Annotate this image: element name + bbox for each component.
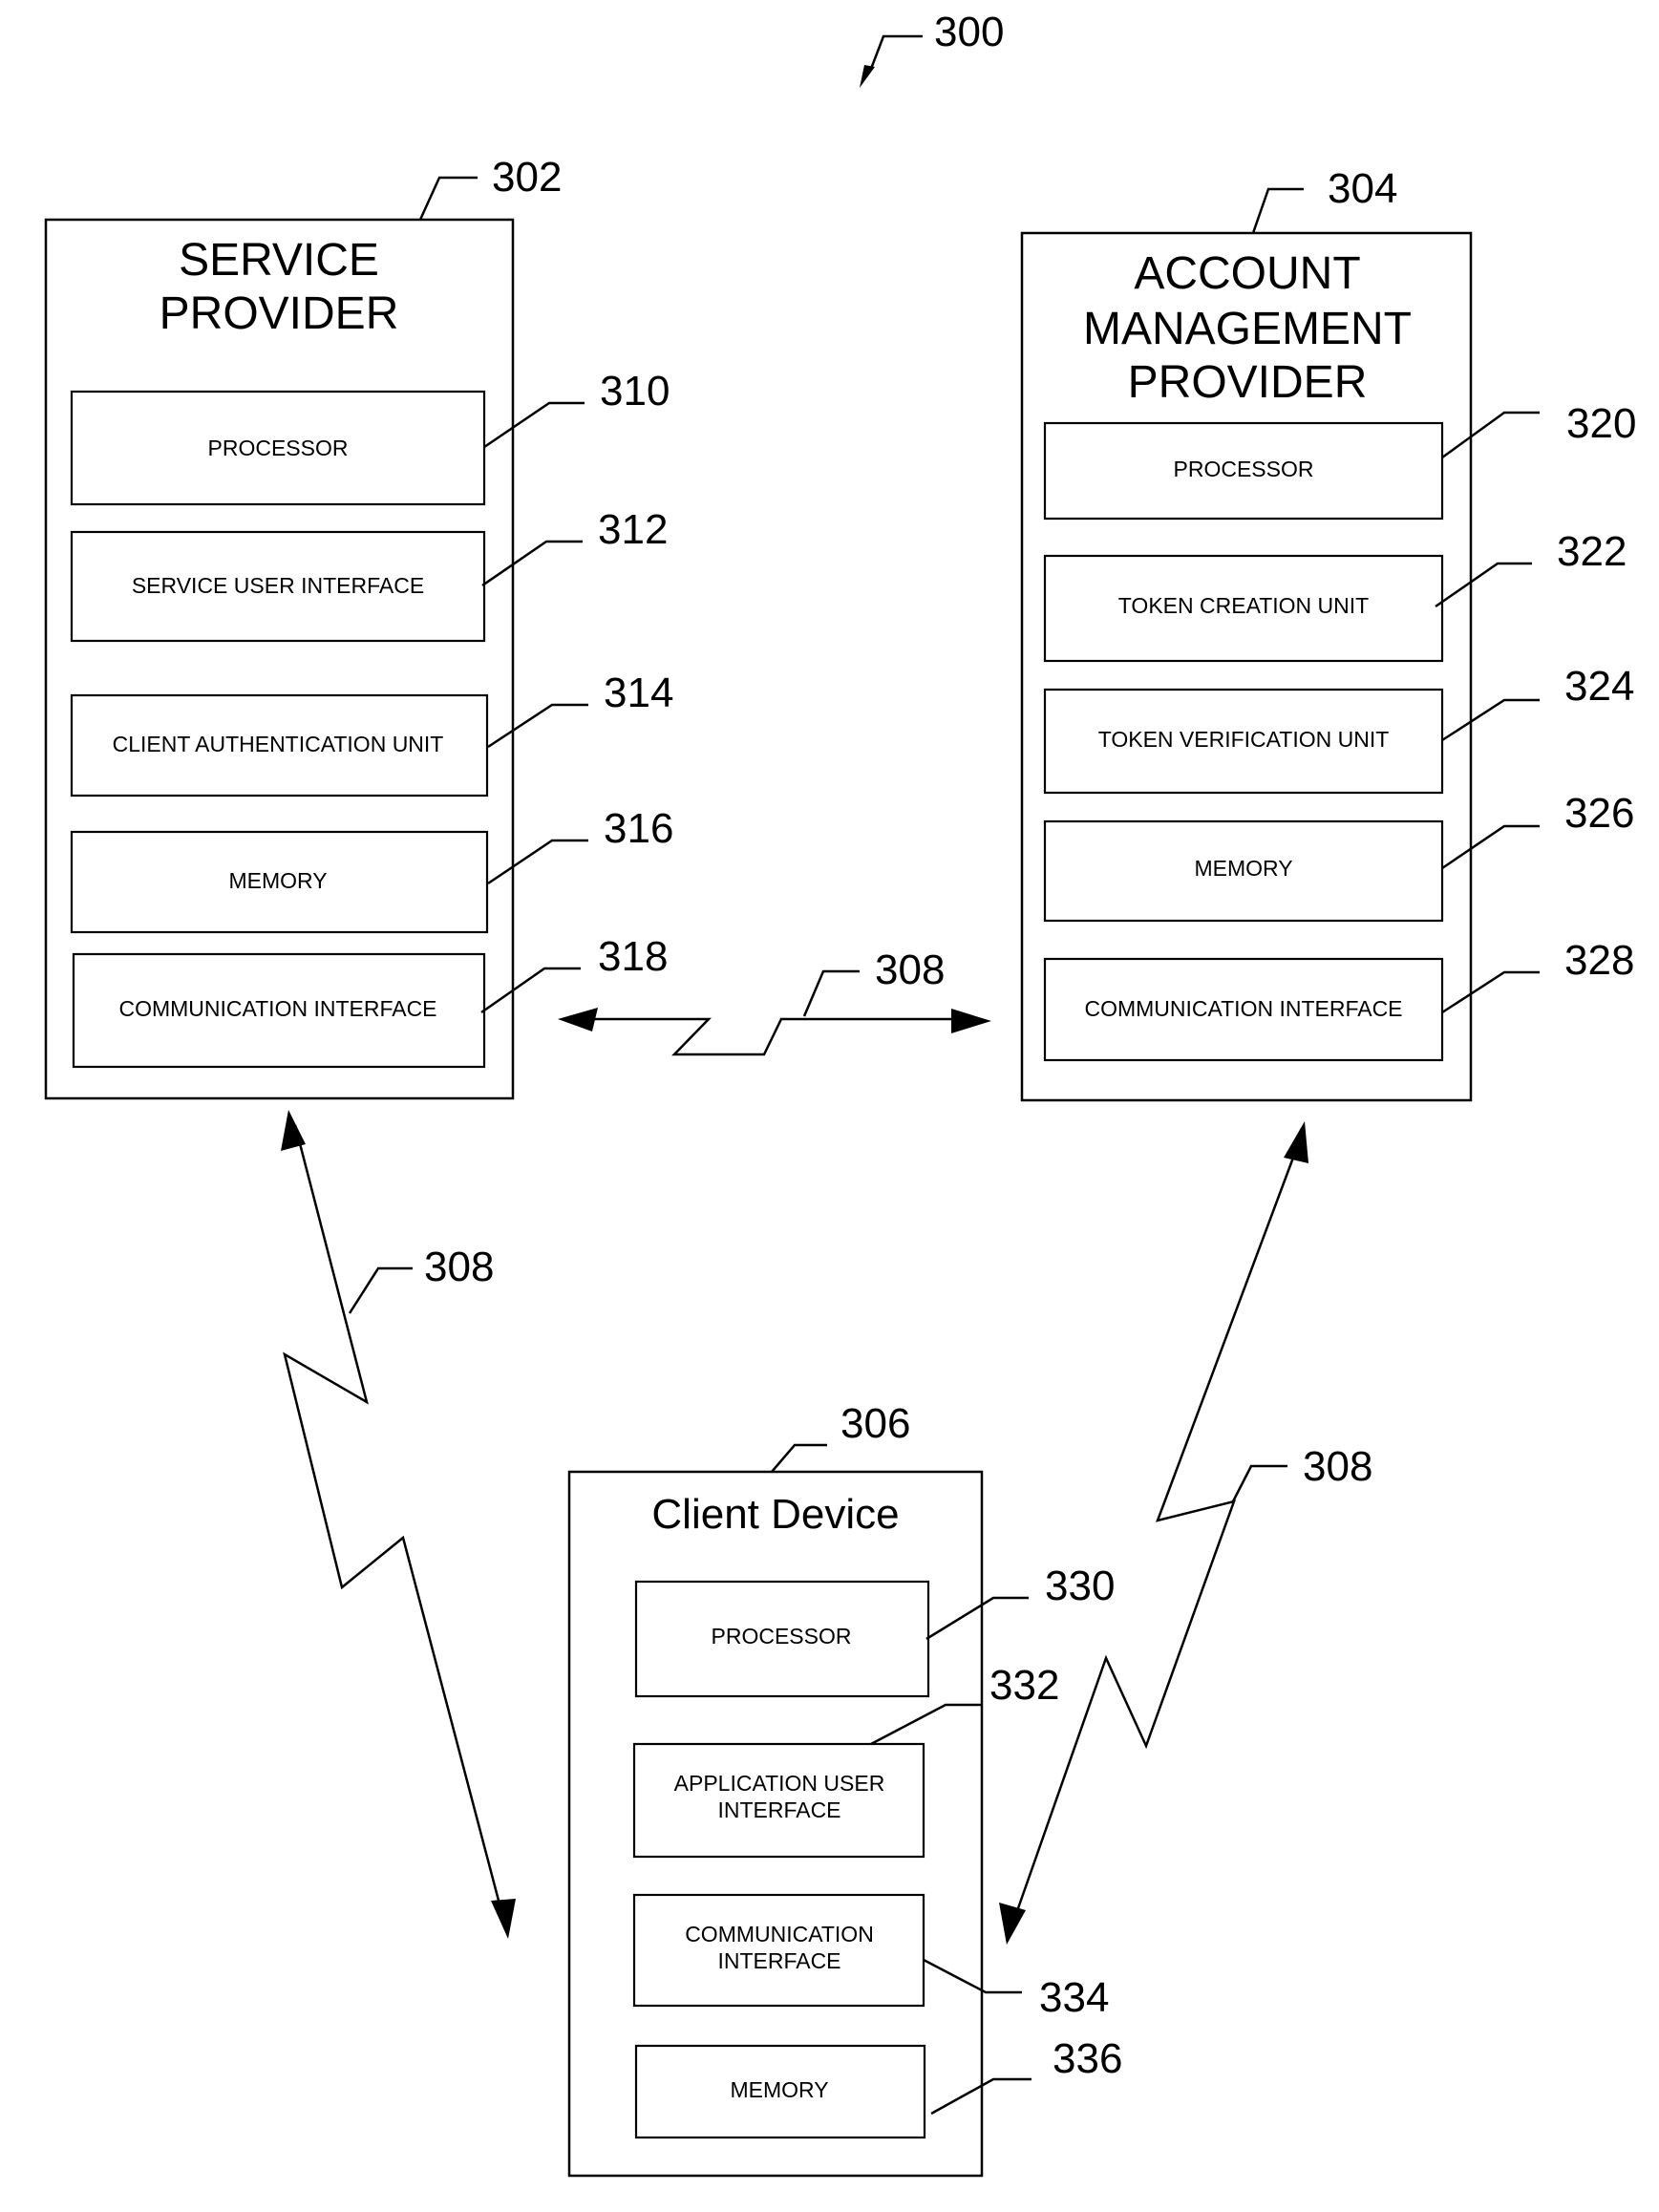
cd-memory-label: MEMORY [730,2077,828,2102]
sp-comm-interface-label: COMMUNICATION INTERFACE [118,996,436,1021]
amp-token-verification-leader [1441,698,1540,742]
sp-component-memory: MEMORY 316 [70,805,673,934]
network-link-sp-client-ref: 308 [424,1244,494,1290]
sp-component-client-authentication-unit: CLIENT AUTHENTICATION UNIT 314 [70,670,673,798]
network-link-sp-client: 308 [281,1110,516,1939]
amp-leader [1251,187,1304,234]
account-management-provider-block: 304 ACCOUNT MANAGEMENT PROVIDER PROCESSO… [1020,165,1636,1102]
cd-app-ui-leader [870,1703,982,1746]
amp-comm-interface-label: COMMUNICATION INTERFACE [1084,996,1402,1021]
amp-title-line-3: PROVIDER [1128,357,1368,408]
sp-client-auth-label: CLIENT AUTHENTICATION UNIT [113,732,444,756]
cd-comm-interface-ref: 334 [1039,1974,1109,2021]
system-diagram: 300 302 SERVICE PROVIDER PROCESSOR 310 S… [44,9,1636,2178]
figure-ref-arrowhead [860,65,875,88]
amp-token-creation-label: TOKEN CREATION UNIT [1118,593,1369,618]
network-link-amp-client: 308 [999,1121,1372,1945]
network-link-sp-client-arrowhead-top [281,1110,306,1151]
network-link-sp-amp-arrowhead-left [558,1008,598,1032]
cd-processor-label: PROCESSOR [712,1624,852,1648]
amp-component-token-creation-unit: TOKEN CREATION UNIT 322 [1043,528,1627,663]
cd-processor-ref: 330 [1045,1563,1115,1609]
amp-memory-leader [1441,824,1540,870]
sp-service-ui-leader [481,540,583,587]
network-link-sp-client-arrowhead-bottom [491,1899,516,1939]
amp-token-creation-ref: 322 [1557,528,1627,575]
cd-comm-interface-label-line-2: INTERFACE [717,1948,840,1973]
network-link-sp-client-leader [348,1266,413,1314]
sp-comm-interface-leader [480,967,581,1014]
amp-ref: 304 [1328,165,1397,212]
amp-token-creation-leader [1435,562,1532,608]
sp-service-ui-ref: 312 [598,506,668,553]
cd-memory-ref: 336 [1053,2035,1122,2082]
sp-service-ui-label: SERVICE USER INTERFACE [132,573,424,598]
client-device-block: 306 Client Device PROCESSOR 330 APPLICAT… [567,1400,1122,2178]
amp-title-line-2: MANAGEMENT [1083,304,1412,354]
sp-component-processor: PROCESSOR 310 [70,368,670,506]
amp-comm-interface-ref: 328 [1564,937,1634,984]
sp-component-service-user-interface: SERVICE USER INTERFACE 312 [70,506,668,643]
amp-memory-label: MEMORY [1194,856,1292,881]
client-device-ref: 306 [840,1400,910,1447]
cd-comm-interface-label-line-1: COMMUNICATION [685,1922,874,1946]
amp-processor-label: PROCESSOR [1174,457,1314,481]
figure-ref-leader [869,34,923,70]
network-link-sp-amp-ref: 308 [875,946,945,993]
client-device-leader [771,1443,827,1473]
cd-component-application-user-interface: APPLICATION USER INTERFACE 332 [632,1662,1059,1859]
network-link-sp-amp-line [583,1017,965,1056]
amp-component-processor: PROCESSOR 320 [1043,400,1636,521]
service-provider-frame [44,218,515,1100]
network-link-sp-amp-leader [802,969,860,1017]
amp-comm-interface-leader [1441,970,1540,1014]
amp-token-verification-ref: 324 [1564,663,1634,710]
sp-processor-ref: 310 [600,368,670,415]
amp-token-verification-label: TOKEN VERIFICATION UNIT [1098,727,1390,752]
amp-component-memory: MEMORY 326 [1043,790,1634,923]
network-link-amp-client-arrowhead-bottom [999,1903,1026,1945]
cd-app-ui-ref: 332 [989,1662,1059,1709]
cd-app-ui-label-line-2: INTERFACE [717,1797,840,1822]
cd-comm-interface-leader [923,1958,1022,1994]
sp-client-auth-ref: 314 [604,670,673,716]
sp-memory-ref: 316 [604,805,673,852]
network-link-amp-client-line [1016,1141,1301,1909]
service-provider-block: 302 SERVICE PROVIDER PROCESSOR 310 SERVI… [44,154,673,1100]
amp-processor-leader [1441,411,1540,459]
service-provider-title-line-2: PROVIDER [160,288,399,339]
sp-memory-label: MEMORY [228,868,327,893]
figure-ref-number: 300 [934,9,1004,55]
amp-component-communication-interface: COMMUNICATION INTERFACE 328 [1043,937,1634,1062]
service-provider-ref: 302 [492,154,562,201]
client-device-title: Client Device [651,1491,899,1538]
sp-processor-label: PROCESSOR [208,436,349,460]
amp-title-line-1: ACCOUNT [1134,248,1360,299]
cd-processor-leader [925,1596,1029,1641]
cd-component-communication-interface: COMMUNICATION INTERFACE 334 [632,1893,1109,2021]
client-device-frame [567,1470,984,2178]
sp-memory-leader [487,839,588,885]
cd-component-memory: MEMORY 336 [634,2035,1122,2139]
sp-component-communication-interface: COMMUNICATION INTERFACE 318 [72,933,668,1069]
service-provider-title-line-1: SERVICE [179,235,379,286]
figure-ref-300: 300 [860,9,1004,88]
amp-component-token-verification-unit: TOKEN VERIFICATION UNIT 324 [1043,663,1634,795]
network-link-amp-client-ref: 308 [1303,1443,1372,1490]
service-provider-leader [418,176,478,221]
network-link-amp-client-leader [1230,1464,1287,1504]
sp-client-auth-leader [487,703,588,749]
sp-processor-leader [483,401,585,449]
cd-app-ui-label-line-1: APPLICATION USER [674,1771,885,1796]
network-link-amp-client-arrowhead-top [1284,1121,1308,1163]
network-link-sp-amp-arrowhead-right [951,1009,991,1033]
amp-processor-ref: 320 [1566,400,1636,447]
amp-memory-ref: 326 [1564,790,1634,837]
sp-comm-interface-ref: 318 [598,933,668,980]
